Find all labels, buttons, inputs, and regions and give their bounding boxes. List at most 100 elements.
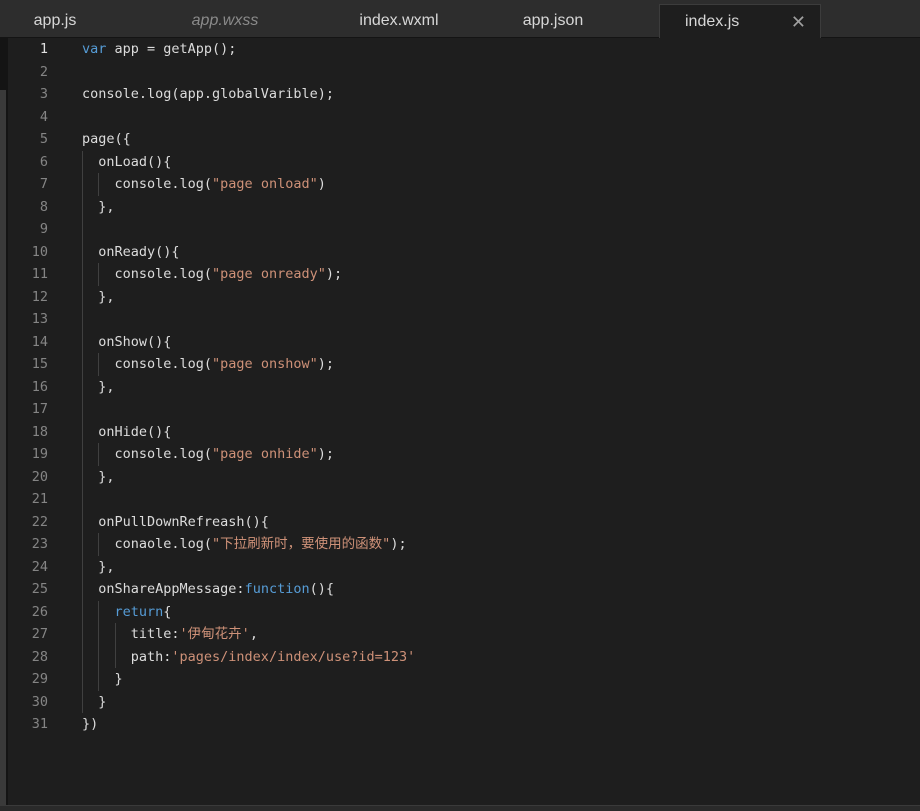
line-number: 19 (31, 446, 48, 462)
line-number: 14 (31, 333, 48, 350)
code-token: page({ (82, 131, 131, 147)
code-token: (){ (309, 581, 334, 597)
code-text: page({ (82, 128, 131, 151)
code-token: ); (317, 356, 334, 372)
indent-guide (98, 533, 100, 556)
line-number: 4 (39, 108, 48, 125)
code-token: conaole.log( (82, 536, 213, 552)
tab-index-js[interactable]: index.js ✕ (659, 4, 821, 38)
line-number: 17 (31, 401, 48, 417)
code-token: { (163, 603, 172, 620)
tab-label: app.wxss (191, 12, 259, 29)
code-line[interactable]: 15 console.log("page onshow"); (8, 353, 908, 376)
line-number: 10 (31, 243, 48, 260)
code-token: }) (82, 716, 99, 732)
code-line[interactable]: 28 path:'pages/index/index/use?id=123' (8, 646, 908, 669)
code-text: console.log("page onload") (82, 173, 326, 196)
code-text: }, (82, 196, 115, 219)
string-token: 'pages/index/index/use?id=123' (171, 648, 416, 665)
code-line[interactable]: 6 onLoad(){ (8, 151, 908, 174)
line-number: 1 (39, 41, 48, 57)
code-token: ) (317, 176, 326, 192)
indent-guide (98, 443, 100, 466)
tab-app-wxss[interactable]: app.wxss (170, 4, 280, 38)
code-token: onPullDownRefreash(){ (82, 513, 269, 530)
code-line[interactable]: 16 }, (8, 376, 908, 399)
code-token: } (82, 671, 123, 687)
code-token: console.log( (82, 356, 213, 372)
line-number: 26 (31, 603, 48, 620)
line-number: 30 (31, 693, 48, 710)
code-line[interactable]: 8 }, (8, 196, 908, 219)
horizontal-scrollbar[interactable] (0, 805, 920, 811)
close-icon[interactable]: ✕ (791, 5, 806, 39)
code-token: }, (82, 468, 115, 485)
code-text: }) (82, 713, 98, 736)
code-line[interactable]: 27 title:'伊甸花卉', (8, 623, 908, 646)
line-number: 11 (31, 266, 48, 282)
string-token: "page onshow" (212, 356, 318, 372)
code-line[interactable]: 12 }, (8, 286, 908, 309)
string-token: "page onload" (212, 176, 318, 192)
tab-index-wxml[interactable]: index.wxml (334, 4, 464, 38)
code-token: }, (82, 558, 115, 575)
line-number: 5 (39, 131, 48, 147)
line-number: 12 (31, 288, 48, 305)
code-line[interactable]: 11 console.log("page onready"); (8, 263, 908, 286)
code-line[interactable]: 21 (8, 488, 908, 511)
line-number: 29 (31, 671, 48, 687)
code-text: var app = getApp(); (82, 38, 236, 61)
indent-guide (98, 353, 100, 376)
code-line[interactable]: 1 var app = getApp(); (8, 38, 908, 61)
code-token: console.log( (82, 446, 213, 462)
line-number: 25 (31, 581, 48, 597)
code-line[interactable]: 30 } (8, 691, 908, 714)
string-token: "page onhide" (212, 446, 318, 462)
code-token: }, (82, 378, 115, 395)
line-number: 3 (39, 86, 48, 102)
code-line[interactable]: 5 page({ (8, 128, 908, 151)
code-line[interactable]: 20 }, (8, 466, 908, 489)
tab-app-json[interactable]: app.json (494, 4, 612, 38)
code-token: console.log(app.globalVarible); (82, 86, 334, 102)
code-token: title: (82, 626, 180, 642)
code-line[interactable]: 3 console.log(app.globalVarible); (8, 83, 908, 106)
indent-guide (98, 600, 100, 691)
code-line[interactable]: 17 (8, 398, 908, 421)
line-number: 8 (39, 198, 48, 215)
code-line[interactable]: 22 onPullDownRefreash(){ (8, 511, 908, 534)
code-line[interactable]: 2 (8, 61, 908, 84)
tab-app-js[interactable]: app.js (0, 4, 110, 38)
code-token: }, (82, 288, 115, 305)
string-token: '伊甸花卉' (179, 626, 250, 642)
code-line[interactable]: 10 onReady(){ (8, 241, 908, 264)
code-text: onShareAppMessage:function(){ (82, 578, 334, 601)
code-line[interactable]: 7 console.log("page onload") (8, 173, 908, 196)
code-line[interactable]: 14 onShow(){ (8, 331, 908, 354)
code-line[interactable]: 19 console.log("page onhide"); (8, 443, 908, 466)
code-line[interactable]: 24 }, (8, 556, 908, 579)
line-number: 18 (31, 423, 48, 440)
code-line[interactable]: 31}) (8, 713, 908, 736)
code-line[interactable]: 25 onShareAppMessage:function(){ (8, 578, 908, 601)
code-line[interactable]: 18 onHide(){ (8, 421, 908, 444)
code-text: onHide(){ (82, 421, 171, 444)
code-text: onShow(){ (82, 331, 171, 354)
code-token: ); (325, 266, 343, 282)
code-token: ); (390, 536, 407, 552)
gutter-marker (0, 90, 6, 809)
code-text: console.log("page onready"); (82, 263, 343, 286)
code-line[interactable]: 23 conaole.log("下拉刷新时，要使用的函数"); (8, 533, 908, 556)
code-token: }, (82, 198, 115, 215)
string-token: "下拉刷新时，要使用的函数" (212, 536, 391, 552)
code-line[interactable]: 13 (8, 308, 908, 331)
code-token: onHide(){ (82, 423, 172, 440)
line-number: 28 (31, 648, 48, 665)
code-line[interactable]: 26 return{ (8, 601, 908, 624)
code-text: }, (82, 286, 115, 309)
code-text: return{ (82, 601, 172, 624)
code-line[interactable]: 29 } (8, 668, 908, 691)
code-editor[interactable]: 1 var app = getApp(); 2 3 console.log(app.gl… (8, 38, 920, 805)
code-line[interactable]: 9 (8, 218, 908, 241)
code-line[interactable]: 4 (8, 106, 908, 129)
